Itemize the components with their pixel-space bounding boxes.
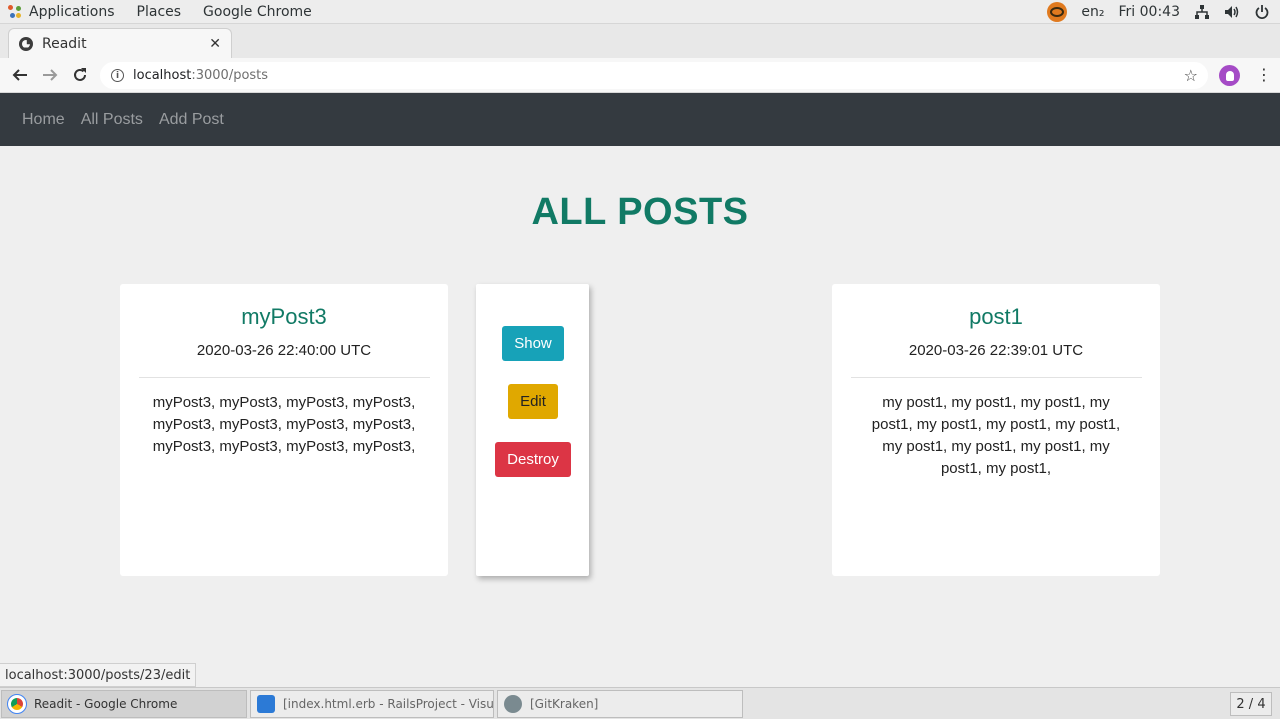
reload-icon[interactable] [69,64,91,86]
task-chrome[interactable]: Readit - Google Chrome [1,690,247,718]
applications-label: Applications [29,4,115,20]
clock[interactable]: Fri 00:43 [1119,4,1180,20]
tab-favicon-icon [19,36,33,51]
post-card: myPost3 2020-03-26 22:40:00 UTC myPost3,… [120,284,448,576]
page-title: ALL POSTS [531,191,749,233]
site-info-icon[interactable]: i [111,69,124,82]
link-status-bubble: localhost:3000/posts/23/edit [0,663,197,687]
task-label: [index.html.erb - RailsProject - Visual.… [283,697,494,711]
task-label: [GitKraken] [530,697,599,711]
post-date: 2020-03-26 22:39:01 UTC [908,342,1084,359]
post-title[interactable]: post1 [832,304,1160,330]
taskbar: Readit - Google Chrome [index.html.erb -… [0,687,1280,719]
forward-arrow-icon[interactable] [39,64,61,86]
site-navbar: Home All Posts Add Post [0,93,1280,146]
power-icon[interactable] [1254,4,1270,20]
gitkraken-icon [504,695,522,713]
tab-title: Readit [42,35,87,52]
active-app-label: Google Chrome [203,4,312,20]
task-gitkraken[interactable]: [GitKraken] [497,690,743,718]
places-label: Places [136,4,182,20]
page-viewport: Home All Posts Add Post ALL POSTS myPost… [0,93,1280,687]
task-vscode[interactable]: [index.html.erb - RailsProject - Visual.… [250,690,494,718]
post-body: my post1, my post1, my post1, my post1, … [871,394,1121,477]
destroy-button[interactable]: Destroy [495,442,571,477]
post-divider [851,377,1142,378]
applications-menu[interactable]: Applications [8,4,115,20]
url-host: localhost [133,68,192,83]
browser-tab-readit[interactable]: Readit ✕ [8,28,232,58]
post-actions-panel: Show Edit Destroy [476,284,589,576]
post-body: myPost3, myPost3, myPost3, myPost3, myPo… [152,394,416,455]
browser-toolbar: i localhost:3000/posts ☆ ⋮ [0,58,1280,93]
show-button[interactable]: Show [502,326,564,361]
tab-close-icon[interactable]: ✕ [209,36,221,52]
nav-add-post-link[interactable]: Add Post [159,111,224,129]
nav-home-link[interactable]: Home [22,111,65,129]
chrome-menu-icon[interactable]: ⋮ [1256,65,1272,84]
gitkraken-tray-icon[interactable] [1047,2,1068,22]
active-app-menu[interactable]: Google Chrome [203,4,312,20]
url-path: :3000/posts [191,68,269,83]
task-label: Readit - Google Chrome [34,697,178,711]
keyboard-layout-indicator[interactable]: en₂ [1081,4,1104,20]
profile-avatar-icon[interactable] [1219,65,1240,86]
chrome-icon [7,694,27,714]
places-menu[interactable]: Places [137,4,182,20]
workspace-switcher[interactable]: 2 / 4 [1230,692,1272,716]
system-top-bar: Applications Places Google Chrome en₂ Fr… [0,0,1280,24]
post-date: 2020-03-26 22:40:00 UTC [196,342,372,359]
post-card: post1 2020-03-26 22:39:01 UTC my post1, … [832,284,1160,576]
nav-all-posts-link[interactable]: All Posts [81,111,143,129]
vscode-icon [257,695,275,713]
address-bar[interactable]: i localhost:3000/posts ☆ [100,62,1208,89]
back-arrow-icon[interactable] [9,64,31,86]
bookmark-star-icon[interactable]: ☆ [1184,66,1198,85]
browser-tab-strip: Readit ✕ + – ▫ ✕ [0,24,1280,74]
volume-icon[interactable] [1224,4,1240,20]
post-title[interactable]: myPost3 [120,304,448,330]
applications-icon [8,5,22,19]
network-icon[interactable] [1194,4,1210,20]
post-divider [139,377,430,378]
edit-button[interactable]: Edit [508,384,558,419]
